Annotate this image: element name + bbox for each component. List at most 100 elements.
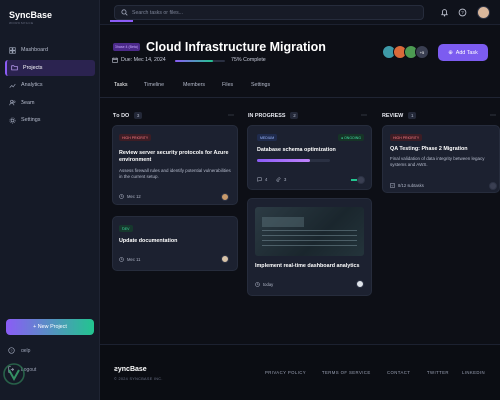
sidebar-item-team[interactable]: Ƽeam [5,95,95,111]
tab-timeline[interactable]: Ƭimeline [144,82,164,88]
member-avatars[interactable]: +5 [382,45,429,59]
comment-icon [257,177,262,182]
column-count: 1 [408,112,417,119]
card-description: Assess firewall rules and identify poten… [119,168,231,180]
dashboard-preview-image [255,207,364,256]
comment-count-text: 4 [265,177,268,182]
checklist-icon [390,183,395,188]
tab-tasks[interactable]: Tasks [114,82,128,88]
sidebar-item-analytics[interactable]: Analytics [5,77,95,93]
help-icon: ? [8,347,15,354]
task-card[interactable]: Implement real-time dashboard analytics … [247,198,372,296]
card-date: Mec 12 [119,194,141,199]
clock-icon [119,257,124,262]
priority-tag: HIGH PRIORITY [390,134,423,141]
assignee-avatar[interactable] [221,255,229,263]
footer-copyright: © 2024 SYNCBASE INC. [114,377,163,381]
sidebar-item-label: Analytics [21,82,43,88]
card-date: today [255,282,273,287]
task-card[interactable]: ƊEV Update documentation Mec 11 [112,216,238,271]
sidebar-item-label: Mashboard [21,47,48,53]
sidebar-item-dashboard[interactable]: Mashboard [5,42,95,58]
attachment-count-text: 3 [284,177,287,182]
sidebar-item-settings[interactable]: Settings [5,112,95,128]
tab-bar: Tasks Ƭimeline Members Files Settings [100,76,500,98]
card-title: Review server security protocols for Azu… [119,150,229,164]
assignee-avatar[interactable] [356,280,364,288]
priority-tag: HIGH PRIORITY [119,134,152,141]
assignee-avatar[interactable] [221,193,229,201]
watermark-logo-icon [3,363,25,385]
task-card[interactable]: HIGH PRIORITY QA Testing: Phase 2 Migrat… [382,125,500,193]
sidebar: SyncBase WORKSPACE Mashboard Projects An… [0,0,100,400]
tab-settings[interactable]: Settings [251,82,270,88]
search-input[interactable] [132,9,412,16]
clock-icon [255,282,260,287]
help-circle-icon[interactable]: ? [458,8,467,17]
tab-members[interactable]: Members [183,82,205,88]
svg-text:?: ? [461,10,464,15]
project-progress-bar [175,59,225,62]
column-count: 3 [134,112,143,119]
users-icon [9,99,16,106]
column-header-in-progress: IN PROGRESS 2 [248,112,299,119]
footer: ƨyncBase © 2024 SYNCBASE INC. PRIVACY PO… [100,344,500,400]
help-label: ɑelp [21,347,31,354]
calendar-icon [112,57,118,63]
active-tab-indicator [110,20,133,22]
phase-badge: Ƽhase 4 (Beta) [113,43,140,51]
more-icon[interactable]: ⋯ [228,112,234,119]
card-title: Database schema optimization [257,147,336,153]
bell-icon[interactable] [440,8,449,17]
card-date-text: Mec 12 [127,194,141,199]
app-name: SyncBase [9,10,53,20]
footer-link-privacy[interactable]: PRIVACY POLICY [265,370,306,375]
column-header-todo: Ƭo DO 3 [113,112,143,119]
subtask-count-text: 8/12 subtasks [398,183,424,188]
card-title: QA Testing: Phase 2 Migration [390,146,468,152]
priority-tag: MEDIUM [257,134,278,141]
grid-icon [9,46,16,54]
page-title: Cloud Infrastructure Migration [146,40,326,54]
footer-link-terms[interactable]: ƬERMS OF SERVICE [322,370,371,375]
card-date-text: today [263,282,274,287]
more-icon[interactable]: ⋯ [490,112,496,119]
paperclip-icon [276,177,281,182]
task-card[interactable]: MEDIUM ● ONGOING Database schema optimiz… [247,125,372,190]
column-title: Ƭo DO [113,112,130,119]
footer-link-linkedin[interactable]: LINKEDIN [462,370,485,375]
gear-icon [9,117,16,123]
help-link[interactable]: ? ɑelp [8,347,88,354]
due-date: Due: Mec 14, 2024 [112,57,166,63]
sidebar-item-label: Settings [21,117,41,123]
tab-files[interactable]: Files [222,82,233,88]
clock-icon [119,194,124,199]
assignee-avatar[interactable] [489,182,497,190]
extra-members-count[interactable]: +5 [415,45,429,59]
card-date: Mec 11 [119,257,140,262]
app-subtitle: WORKSPACE [9,21,34,25]
add-task-button[interactable]: ⊕ Add Task [438,44,488,61]
column-title: REVIEW [382,112,404,119]
search-box[interactable] [114,5,424,20]
new-project-button[interactable]: + New Project [6,319,94,335]
project-progress-text: 75% Complete [231,57,266,63]
card-progress-fill [257,159,310,162]
top-bar: ? [100,0,500,25]
card-description: Final validation of data integrity betwe… [390,156,485,168]
plus-circle-icon: ⊕ [448,49,453,56]
more-icon[interactable]: ⋯ [361,112,367,119]
due-date-text: Due: Mec 14, 2024 [121,57,166,63]
footer-link-twitter[interactable]: ƬWITTER [427,370,449,375]
add-task-label: Add Task [455,49,478,56]
brand[interactable]: SyncBase WORKSPACE [9,10,52,25]
footer-link-contact[interactable]: CONTACT [387,370,410,375]
user-avatar[interactable] [477,6,490,19]
task-card[interactable]: HIGH PRIORITY Review server security pro… [112,125,238,205]
card-title: Update documentation [119,238,178,244]
folder-icon [11,65,18,71]
sidebar-item-projects[interactable]: Projects [5,59,95,76]
attachment-count[interactable]: 3 [276,177,286,182]
comment-count[interactable]: 4 [257,177,267,182]
assignee-avatar[interactable] [357,176,365,184]
